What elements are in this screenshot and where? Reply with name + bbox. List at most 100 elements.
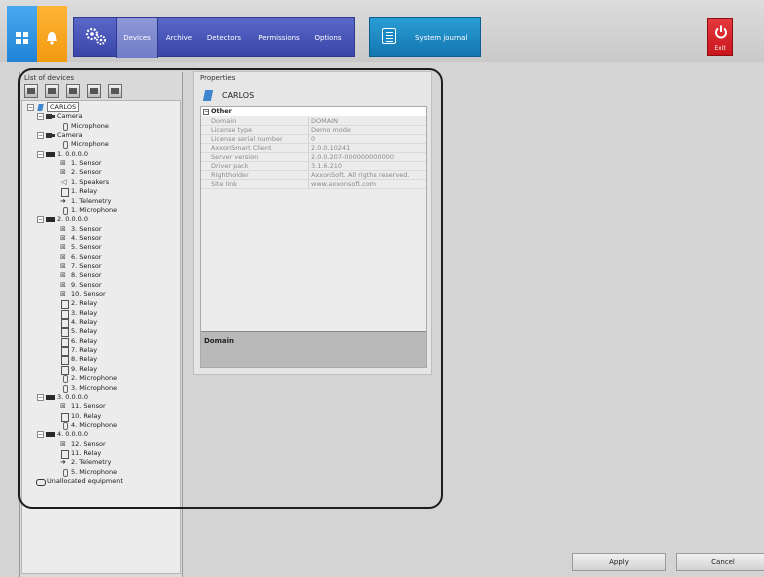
tree-item[interactable]: 8. Relay [60, 355, 98, 365]
tree-item[interactable]: 2. 0.0.0.0 [46, 215, 88, 224]
tree-item[interactable]: 1. Sensor [60, 159, 102, 168]
tree-item[interactable]: Camera [46, 131, 83, 140]
property-row[interactable]: Driver pack 3.1.6.210 [201, 162, 426, 171]
tree-item[interactable]: Microphone [60, 140, 109, 149]
alarms-tile[interactable] [37, 6, 67, 62]
tree-item[interactable]: 10. Relay [60, 412, 101, 422]
tree-item[interactable]: CARLOS [36, 102, 80, 112]
mic-icon [60, 374, 69, 383]
tree-item[interactable]: Camera [46, 112, 83, 121]
exit-button[interactable]: Exit [707, 18, 733, 56]
tree-item[interactable]: 11. Sensor [60, 402, 106, 411]
tree-item[interactable]: 6. Sensor [60, 253, 102, 262]
tree-item[interactable]: 12. Sensor [60, 440, 106, 449]
tree-item[interactable]: 4. Sensor [60, 234, 102, 243]
tree-item[interactable]: 9. Relay [60, 365, 97, 375]
tab-detectors[interactable]: Detectors [202, 18, 246, 58]
tree-item-label: 7. Relay [71, 346, 98, 354]
property-row[interactable]: License serial number 0 [201, 135, 426, 144]
tree-item[interactable]: 3. 0.0.0.0 [46, 393, 88, 402]
tree-item[interactable]: 2. Sensor [60, 168, 102, 177]
cancel-button[interactable]: Cancel [676, 553, 764, 571]
tree-item[interactable]: 2. Microphone [60, 374, 117, 383]
add-speaker-icon [111, 88, 119, 94]
gear-icon[interactable] [84, 26, 108, 46]
tree-item[interactable]: 1. Telemetry [60, 197, 111, 206]
property-row[interactable]: Server version 2.0.0.207-000000000000 [201, 153, 426, 162]
expander-icon[interactable]: − [27, 104, 34, 111]
device-list-title: List of devices [24, 74, 75, 82]
layouts-tile[interactable] [7, 6, 37, 62]
property-row[interactable]: AxxonSmart Client 2.0.0.10241 [201, 144, 426, 153]
tree-item[interactable]: 2. Telemetry [60, 458, 111, 467]
add-relay-button[interactable] [87, 84, 101, 98]
property-row[interactable]: Domain DOMAIN [201, 117, 426, 126]
tab-devices[interactable]: Devices [116, 18, 158, 58]
tree-item-label: 2. 0.0.0.0 [57, 215, 89, 223]
settings-nav: Devices Archive Detectors Permissions Op… [73, 17, 355, 58]
expander-icon[interactable]: − [37, 113, 44, 120]
device-list-panel: List of devices CARLOS − Camera − Microphone… [19, 72, 183, 577]
expander-icon[interactable]: − [37, 394, 44, 401]
expander-icon[interactable]: − [37, 216, 44, 223]
tree-item[interactable]: 4. 0.0.0.0 [46, 430, 88, 439]
add-relay-icon [90, 88, 98, 94]
expander-icon[interactable]: − [37, 431, 44, 438]
system-journal-button[interactable]: System journal [369, 17, 481, 57]
add-camera-button[interactable] [24, 84, 38, 98]
tree-item-label: 4. Microphone [71, 421, 118, 429]
tree-item[interactable]: 6. Relay [60, 337, 97, 347]
tree-item[interactable]: 3. Sensor [60, 225, 102, 234]
tree-item[interactable]: 9. Sensor [60, 281, 102, 290]
tree-item[interactable]: 10. Sensor [60, 290, 106, 299]
relay-icon [60, 309, 69, 319]
add-speaker-button[interactable] [108, 84, 122, 98]
sensor-icon [60, 262, 69, 271]
tree-item[interactable]: Microphone [60, 122, 109, 131]
properties-panel: Properties CARLOS − Other Domain DOMAIN Lic… [193, 71, 432, 375]
tree-item-label: 11. Relay [71, 449, 102, 457]
tree-item[interactable]: 1. Relay [60, 187, 97, 197]
tree-item[interactable]: 5. Sensor [60, 243, 102, 252]
tree-item-label: 1. 0.0.0.0 [57, 150, 89, 158]
tree-item[interactable]: 7. Relay [60, 346, 98, 356]
expander-icon[interactable]: − [37, 132, 44, 139]
tree-item[interactable]: 5. Microphone [60, 468, 117, 477]
tree-item[interactable]: 4. Relay [60, 318, 97, 328]
tree-item[interactable]: 4. Microphone [60, 421, 117, 430]
apply-button[interactable]: Apply [572, 553, 666, 571]
property-row[interactable]: Rightholder AxxonSoft. All rigths reserve… [201, 171, 426, 180]
property-grid[interactable]: − Other Domain DOMAIN License type Demo mode… [200, 106, 427, 368]
device-tree[interactable]: CARLOS − Camera − Microphone Camera − Microphon… [21, 100, 181, 574]
tab-permissions[interactable]: Permissions [251, 18, 307, 58]
tree-item[interactable]: 1. 0.0.0.0 [46, 150, 88, 159]
add-sensor-icon [69, 88, 77, 94]
tree-item[interactable]: 5. Relay [60, 327, 97, 337]
relay-icon [60, 299, 69, 309]
sensor-icon [60, 225, 69, 234]
tree-item[interactable]: 3. Relay [60, 309, 97, 319]
tree-item-label: Microphone [71, 140, 109, 148]
add-device-button[interactable] [45, 84, 59, 98]
relay-icon [60, 412, 69, 422]
tree-item[interactable]: 11. Relay [60, 449, 102, 459]
add-sensor-button[interactable] [66, 84, 80, 98]
expander-icon[interactable]: − [37, 151, 44, 158]
tree-item[interactable]: 1. Speakers [60, 178, 109, 187]
property-section-other[interactable]: − Other [201, 107, 426, 116]
tree-item-label: 8. Relay [71, 355, 98, 363]
tab-archive[interactable]: Archive [160, 18, 198, 58]
tree-item[interactable]: 2. Relay [60, 299, 97, 309]
collapse-icon[interactable]: − [203, 109, 209, 115]
tree-item[interactable]: 8. Sensor [60, 271, 102, 280]
tab-options[interactable]: Options [310, 18, 346, 58]
property-row[interactable]: Site link www.axxonsoft.com [201, 180, 426, 189]
tree-item[interactable]: Unallocated equipment [36, 477, 123, 486]
tree-item[interactable]: 3. Microphone [60, 384, 117, 393]
property-row[interactable]: License type Demo mode [201, 126, 426, 135]
relay-icon [60, 318, 69, 328]
mic-icon [60, 384, 69, 393]
tree-item[interactable]: 7. Sensor [60, 262, 102, 271]
cam-icon [46, 132, 55, 139]
tree-item[interactable]: 1. Microphone [60, 206, 117, 215]
